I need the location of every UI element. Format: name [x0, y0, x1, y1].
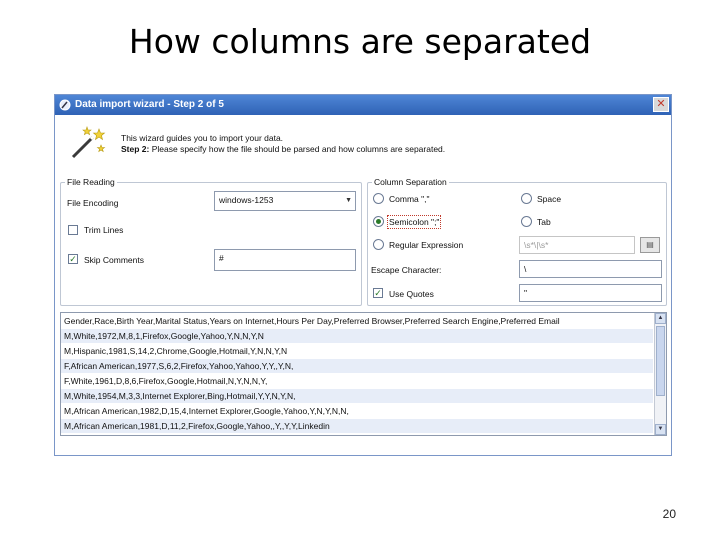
space-radio[interactable]: [521, 193, 532, 204]
data-preview-list[interactable]: Gender,Race,Birth Year,Marital Status,Ye…: [60, 312, 667, 436]
regex-input[interactable]: \s*\|\s*: [519, 236, 635, 254]
intro-line-2: Step 2: Please specify how the file shou…: [121, 144, 445, 155]
import-wizard-window: Data import wizard - Step 2 of 5 ✕ This …: [54, 94, 672, 456]
close-button[interactable]: ✕: [653, 97, 669, 112]
scroll-up-icon[interactable]: ▲: [655, 313, 666, 324]
page-number: 20: [662, 507, 676, 521]
trim-lines-checkbox[interactable]: [68, 225, 78, 235]
intro-line-1: This wizard guides you to import your da…: [121, 133, 284, 143]
regex-radio-label: Regular Expression: [389, 240, 464, 250]
file-encoding-select[interactable]: windows-1253 ▼: [214, 191, 356, 211]
slide-title: How columns are separated: [128, 22, 592, 61]
list-item[interactable]: M,Hispanic,1981,S,14,2,Chrome,Google,Hot…: [61, 344, 653, 358]
list-item[interactable]: M,African American,1982,D,15,4,Internet …: [61, 404, 653, 418]
comma-radio[interactable]: [373, 193, 384, 204]
list-item[interactable]: M,African American,1981,D,11,2,Firefox,G…: [61, 419, 653, 433]
file-encoding-label: File Encoding: [67, 198, 119, 208]
use-quotes-checkbox[interactable]: ✓: [373, 288, 383, 298]
semicolon-radio-label: Semicolon ";": [386, 215, 442, 229]
tab-radio-label: Tab: [537, 217, 551, 227]
escape-character-input[interactable]: \: [519, 260, 662, 278]
trim-lines-label: Trim Lines: [84, 225, 124, 235]
preview-header-row[interactable]: Gender,Race,Birth Year,Marital Status,Ye…: [61, 314, 653, 328]
list-item[interactable]: F,White,1961,D,8,6,Firefox,Google,Hotmai…: [61, 374, 653, 388]
use-quotes-label: Use Quotes: [389, 289, 434, 299]
space-radio-label: Space: [537, 194, 562, 204]
escape-character-label: Escape Character:: [371, 265, 442, 275]
list-item[interactable]: M,White,1972,M,8,1,Firefox,Google,Yahoo,…: [61, 329, 653, 343]
wizard-intro: This wizard guides you to import your da…: [121, 133, 445, 155]
wizard-app-icon: [59, 99, 71, 111]
tab-radio[interactable]: [521, 216, 532, 227]
browse-icon[interactable]: ▤: [640, 237, 660, 253]
intro-step-label: Step 2:: [121, 144, 150, 154]
regex-radio[interactable]: [373, 239, 384, 250]
scroll-down-icon[interactable]: ▼: [655, 424, 666, 435]
semicolon-radio[interactable]: [373, 216, 384, 227]
skip-comments-label: Skip Comments: [84, 255, 144, 265]
magic-wand-icon: [71, 126, 106, 159]
column-separation-label: Column Separation: [372, 177, 449, 187]
comment-character-input[interactable]: #: [214, 249, 356, 271]
comma-radio-label: Comma ",": [389, 194, 430, 204]
list-item[interactable]: F,African American,1977,S,6,2,Firefox,Ya…: [61, 359, 653, 373]
scroll-thumb[interactable]: [656, 326, 665, 396]
file-encoding-value: windows-1253: [219, 195, 274, 205]
chevron-down-icon: ▼: [345, 197, 352, 204]
file-reading-label: File Reading: [65, 177, 117, 187]
window-title: Data import wizard - Step 2 of 5: [75, 99, 224, 110]
intro-step-text: Please specify how the file should be pa…: [151, 144, 446, 154]
window-titlebar[interactable]: Data import wizard - Step 2 of 5 ✕: [55, 95, 671, 115]
vertical-scrollbar[interactable]: ▲ ▼: [654, 313, 666, 435]
list-item[interactable]: M,White,1954,M,3,3,Internet Explorer,Bin…: [61, 389, 653, 403]
skip-comments-checkbox[interactable]: ✓: [68, 254, 78, 264]
quote-character-input[interactable]: ": [519, 284, 662, 302]
